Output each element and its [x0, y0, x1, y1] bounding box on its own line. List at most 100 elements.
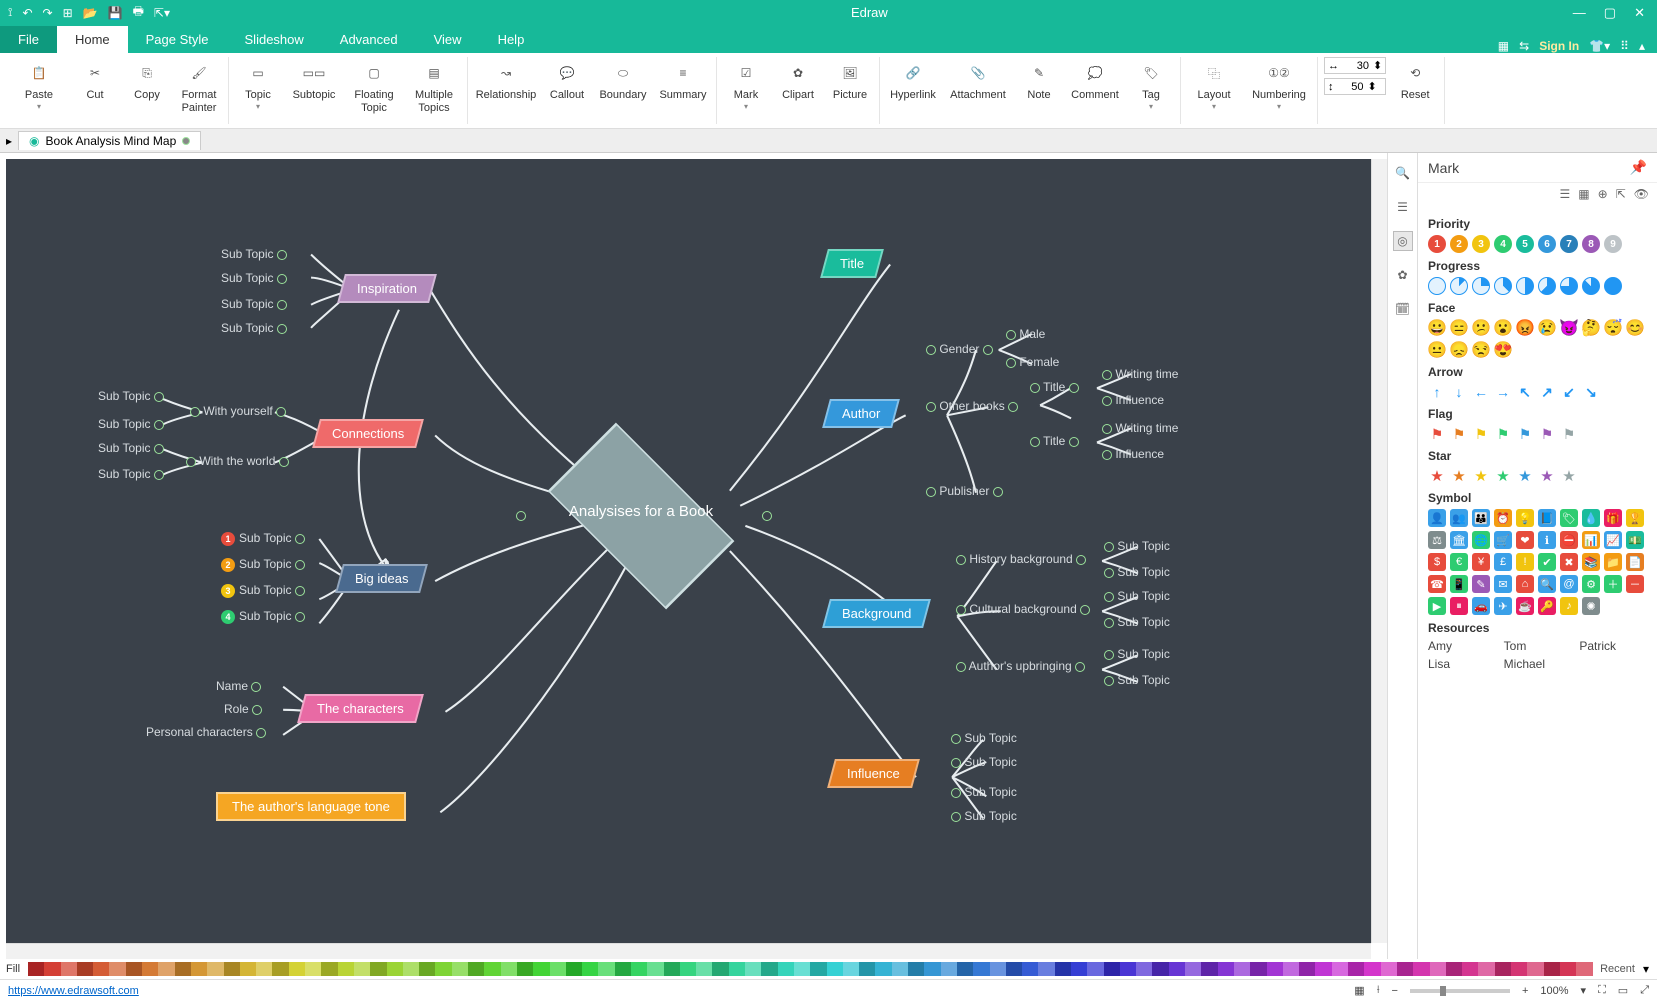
symbol-mark[interactable]: 💡: [1516, 509, 1534, 527]
symbol-mark[interactable]: ¥: [1472, 553, 1490, 571]
side-search-icon[interactable]: 🔍: [1393, 163, 1413, 183]
priority-mark[interactable]: 8: [1582, 235, 1600, 253]
sub-topic[interactable]: Sub Topic: [1104, 589, 1170, 603]
export-icon[interactable]: ⇱▾: [154, 6, 170, 20]
hyperlink-button[interactable]: 🔗Hyperlink: [886, 57, 940, 102]
sub-topic[interactable]: Sub Topic: [951, 755, 1017, 769]
node-background[interactable]: Background: [822, 599, 931, 628]
redo-icon[interactable]: ↷: [43, 6, 53, 20]
symbol-mark[interactable]: 📘: [1538, 509, 1556, 527]
flag-mark[interactable]: ⚑: [1516, 425, 1534, 443]
note-button[interactable]: ✎Note: [1016, 57, 1062, 102]
sub-topic[interactable]: Sub Topic: [98, 441, 164, 455]
symbol-mark[interactable]: 👪: [1472, 509, 1490, 527]
expand-handle[interactable]: [516, 511, 526, 521]
face-mark[interactable]: 😢: [1538, 319, 1556, 337]
branch-other-books[interactable]: Other books: [926, 399, 1018, 413]
symbol-mark[interactable]: $: [1428, 553, 1446, 571]
arrow-mark[interactable]: ←: [1472, 383, 1490, 401]
face-mark[interactable]: 😞: [1450, 341, 1468, 359]
progress-mark[interactable]: [1560, 277, 1578, 295]
sub-topic[interactable]: Sub Topic: [1104, 673, 1170, 687]
symbol-mark[interactable]: ℹ: [1538, 531, 1556, 549]
symbol-mark[interactable]: ⏰: [1494, 509, 1512, 527]
resource-item[interactable]: Tom: [1504, 639, 1572, 653]
sub-topic[interactable]: Sub Topic: [951, 731, 1017, 745]
zoom-out-icon[interactable]: −: [1392, 985, 1398, 997]
mark-button[interactable]: ☑Mark: [723, 57, 769, 111]
symbol-mark[interactable]: ⚙: [1582, 575, 1600, 593]
symbol-mark[interactable]: ⏸: [1450, 597, 1468, 615]
resource-item[interactable]: Patrick: [1579, 639, 1647, 653]
progress-mark[interactable]: [1582, 277, 1600, 295]
add-mark-icon[interactable]: ⊕: [1598, 187, 1608, 201]
save-icon[interactable]: 💾: [108, 6, 123, 20]
sub-name[interactable]: Name: [216, 679, 261, 693]
node-title[interactable]: Title: [820, 249, 884, 278]
layout-button[interactable]: ⿻Layout: [1187, 57, 1241, 111]
star-mark[interactable]: ★: [1428, 467, 1446, 485]
callout-button[interactable]: 💬Callout: [544, 57, 590, 102]
star-mark[interactable]: ★: [1560, 467, 1578, 485]
star-mark[interactable]: ★: [1538, 467, 1556, 485]
progress-mark[interactable]: [1604, 277, 1622, 295]
progress-mark[interactable]: [1494, 277, 1512, 295]
star-mark[interactable]: ★: [1450, 467, 1468, 485]
symbol-mark[interactable]: 👤: [1428, 509, 1446, 527]
print-icon[interactable]: 🖶: [133, 2, 144, 23]
symbol-mark[interactable]: ✈: [1494, 597, 1512, 615]
branch-cultural[interactable]: Cultural background: [956, 602, 1090, 616]
symbol-mark[interactable]: !: [1516, 553, 1534, 571]
node-big-ideas[interactable]: Big ideas: [335, 564, 428, 593]
symbol-mark[interactable]: 🚗: [1472, 597, 1490, 615]
face-mark[interactable]: 😍: [1494, 341, 1512, 359]
window-minimize-icon[interactable]: —: [1573, 5, 1586, 21]
symbol-mark[interactable]: ⚖: [1428, 531, 1446, 549]
symbol-mark[interactable]: ✖: [1560, 553, 1578, 571]
symbol-mark[interactable]: 📚: [1582, 553, 1600, 571]
symbol-mark[interactable]: ✺: [1582, 597, 1600, 615]
priority-mark[interactable]: 9: [1604, 235, 1622, 253]
branch-history[interactable]: History background: [956, 552, 1086, 566]
symbol-mark[interactable]: 💵: [1626, 531, 1644, 549]
sub-title[interactable]: Title: [1030, 434, 1079, 448]
side-outline-icon[interactable]: ☰: [1393, 197, 1413, 217]
arrow-mark[interactable]: ↙: [1560, 383, 1578, 401]
symbol-mark[interactable]: £: [1494, 553, 1512, 571]
symbol-mark[interactable]: 📱: [1450, 575, 1468, 593]
face-mark[interactable]: 😀: [1428, 319, 1446, 337]
face-mark[interactable]: 😮: [1494, 319, 1512, 337]
face-mark[interactable]: 😈: [1560, 319, 1578, 337]
subtopic-button[interactable]: ▭▭Subtopic: [287, 57, 341, 102]
face-mark[interactable]: 😡: [1516, 319, 1534, 337]
node-author[interactable]: Author: [822, 399, 900, 428]
symbol-mark[interactable]: 📁: [1604, 553, 1622, 571]
resource-item[interactable]: Lisa: [1428, 657, 1496, 671]
symbol-mark[interactable]: 🏛: [1450, 531, 1468, 549]
symbol-mark[interactable]: @: [1560, 575, 1578, 593]
face-mark[interactable]: 🤔: [1582, 319, 1600, 337]
resource-item[interactable]: Michael: [1504, 657, 1572, 671]
pin-icon[interactable]: 📌: [1630, 159, 1647, 176]
relationship-button[interactable]: ↝Relationship: [474, 57, 538, 102]
sub-topic[interactable]: Sub Topic: [98, 417, 164, 431]
branch-upbringing[interactable]: Author's upbringing: [956, 659, 1085, 673]
branch-with-world[interactable]: With the world: [186, 454, 289, 468]
fit-page-icon[interactable]: ⛶: [1598, 984, 1606, 997]
flag-mark[interactable]: ⚑: [1494, 425, 1512, 443]
priority-mark[interactable]: 5: [1516, 235, 1534, 253]
window-maximize-icon[interactable]: ▢: [1604, 5, 1616, 21]
branch-gender[interactable]: Gender: [926, 342, 993, 356]
apps-icon[interactable]: ⠿: [1620, 39, 1629, 53]
priority-mark[interactable]: 2: [1450, 235, 1468, 253]
sub-female[interactable]: Female: [1006, 355, 1059, 369]
expand-handle[interactable]: [762, 511, 772, 521]
priority-mark[interactable]: 6: [1538, 235, 1556, 253]
arrow-mark[interactable]: ↘: [1582, 383, 1600, 401]
progress-mark[interactable]: [1472, 277, 1490, 295]
face-mark[interactable]: 😊: [1626, 319, 1644, 337]
node-tone[interactable]: The author's language tone: [216, 792, 406, 821]
tab-view[interactable]: View: [416, 26, 480, 53]
summary-button[interactable]: ≡Summary: [656, 57, 710, 102]
symbol-mark[interactable]: 🛒: [1494, 531, 1512, 549]
